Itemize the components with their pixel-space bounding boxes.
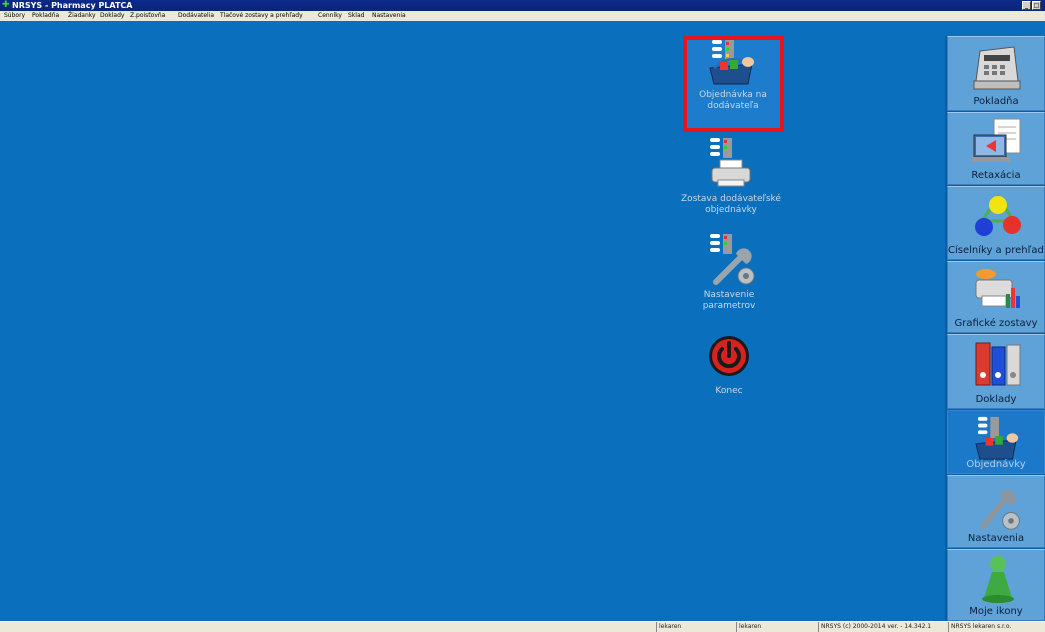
minimize-button[interactable]: _: [1022, 1, 1031, 10]
cash-register-icon: [973, 46, 1021, 90]
game-pawn-icon: [982, 556, 1014, 603]
desktop-item-parameter-settings[interactable]: Nastavenie parametrov: [674, 290, 784, 312]
desktop-item-exit[interactable]: Konec: [674, 386, 784, 397]
toolbar-pokladna-button[interactable]: Pokladňa: [947, 36, 1045, 111]
desktop-item-order-supplier[interactable]: Objednávka na dodávateľa: [678, 90, 788, 112]
menu-nastavenia[interactable]: Nastavenia: [372, 11, 406, 21]
right-toolbar: Pokladňa Retaxácia Číselníky a prehľady: [945, 36, 1045, 621]
menu-sklad[interactable]: Sklad: [348, 11, 364, 21]
status-cell-location: lekaren: [736, 622, 818, 632]
menu-pokladna[interactable]: Pokladňa: [32, 11, 59, 21]
toolbar-retaxacia-button[interactable]: Retaxácia: [947, 112, 1045, 185]
toolbar-ciselniky-button[interactable]: Číselníky a prehľady: [947, 186, 1045, 260]
toolbar-objednavky-button[interactable]: Objednávky: [947, 410, 1045, 474]
printer-icon[interactable]: [706, 136, 756, 194]
status-cell-version: NRSYS (c) 2000-2014 ver. - 14.342.1: [818, 622, 948, 632]
binders-icon: [975, 342, 1021, 386]
menu-tlacove-zostavy[interactable]: Tlačové zostavy a prehľady: [220, 11, 303, 21]
title-bar: ✚ NRSYS - Pharmacy PLATCA _ □: [0, 0, 1045, 11]
toolbar-moje-ikony-button[interactable]: Moje ikony: [947, 549, 1045, 621]
toolbar-graficke-zostavy-button[interactable]: Grafické zostavy: [947, 261, 1045, 333]
status-bar: lekaren lekaren NRSYS (c) 2000-2014 ver.…: [0, 621, 1045, 632]
toolbar-doklady-button[interactable]: Doklady: [947, 334, 1045, 409]
window-title: NRSYS - Pharmacy PLATCA: [12, 1, 133, 10]
status-cell-user: lekaren: [656, 622, 736, 632]
menu-bar: Súbory Pokladňa Žiadanky Doklady Z.poisť…: [0, 11, 1045, 21]
wrench-settings-icon[interactable]: [706, 232, 758, 292]
order-basket-icon[interactable]: [706, 38, 760, 90]
menu-zpoistovna[interactable]: Z.poisťovňa: [130, 11, 165, 21]
wrench-icon: [980, 490, 1020, 530]
desktop-area: [0, 21, 945, 621]
retaxation-screen-icon: [972, 118, 1021, 162]
order-basket-toolbar-icon: [975, 416, 1019, 460]
status-cell-company: NRSYS lekaren s.r.o.: [948, 622, 1045, 632]
power-off-icon[interactable]: [707, 334, 751, 382]
menu-cenniky[interactable]: Cenníky: [318, 11, 342, 21]
app-cross-icon: ✚: [2, 0, 10, 10]
desktop-item-supplier-order-report[interactable]: Zostava dodávateľské objednávky: [676, 194, 786, 216]
maximize-button[interactable]: □: [1032, 1, 1041, 10]
menu-doklady[interactable]: Doklady: [100, 11, 124, 21]
menu-ziadanky[interactable]: Žiadanky: [68, 11, 96, 21]
toolbar-nastavenia-button[interactable]: Nastavenia: [947, 475, 1045, 548]
colored-balls-icon: [975, 194, 1021, 236]
chart-printer-icon: [975, 269, 1020, 308]
menu-dodavatelia[interactable]: Dodávatelia: [178, 11, 214, 21]
menu-subory[interactable]: Súbory: [4, 11, 25, 21]
